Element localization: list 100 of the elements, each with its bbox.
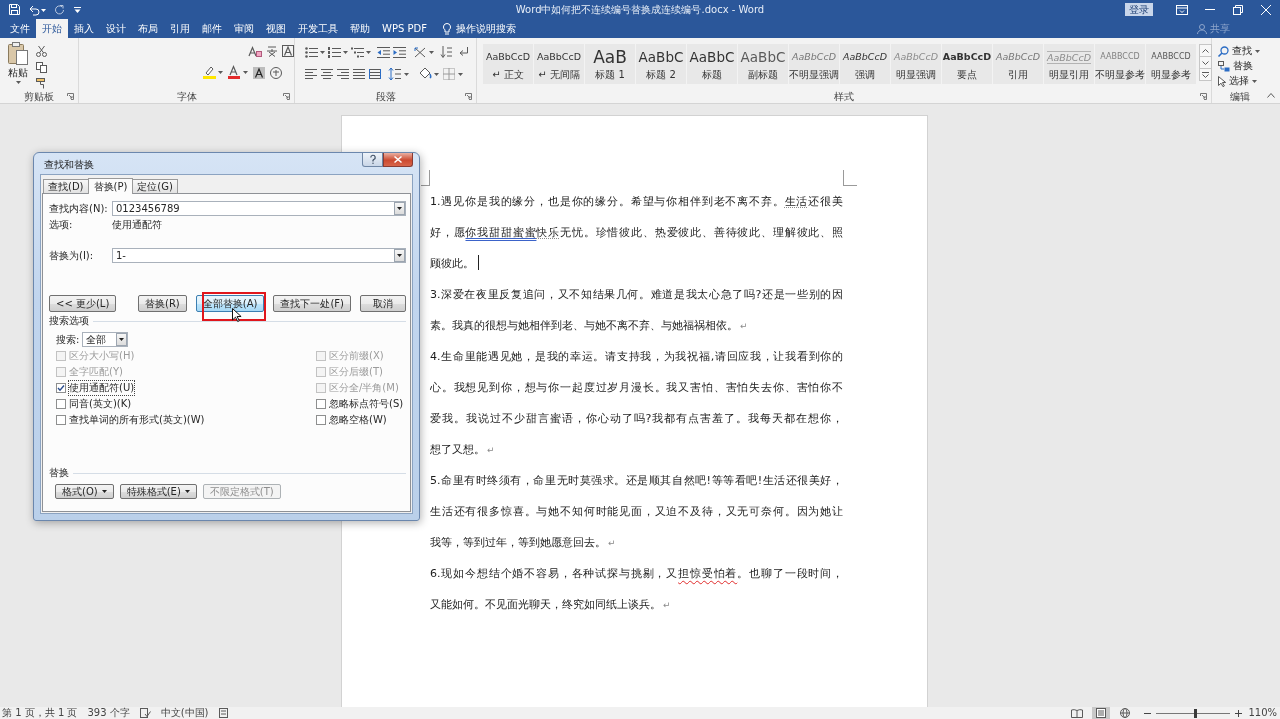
restore-icon[interactable] — [1233, 4, 1243, 15]
borders-icon[interactable] — [443, 68, 463, 80]
view-button[interactable] — [1092, 707, 1111, 719]
dialog-tab[interactable]: 查找(D) — [43, 179, 89, 193]
language-status[interactable]: 中文(中国) — [160, 707, 209, 719]
checkbox[interactable] — [56, 415, 66, 425]
dropdown-button[interactable] — [394, 249, 405, 262]
caret-icon[interactable] — [397, 254, 402, 257]
dialog-button[interactable]: 格式(O) — [55, 484, 114, 499]
ribbon-tab[interactable]: 视图 — [260, 19, 292, 38]
style-tile[interactable]: AaBbCcD 引用 — [993, 44, 1043, 84]
checkbox-label[interactable]: 使用通配符(U) — [69, 381, 135, 395]
multilevel-list-icon[interactable] — [351, 46, 371, 58]
editing-button[interactable]: 替换 — [1218, 60, 1260, 72]
character-shading-icon[interactable] — [253, 66, 265, 79]
help-button[interactable] — [362, 153, 383, 167]
caret-icon[interactable] — [1255, 49, 1260, 53]
ribbon-tab[interactable]: WPS PDF — [376, 19, 433, 38]
redo-icon[interactable] — [55, 4, 65, 15]
pointer-icon[interactable] — [1218, 75, 1226, 87]
globe-icon[interactable] — [1120, 708, 1131, 718]
checkbox[interactable] — [56, 399, 66, 409]
style-tile[interactable]: AaBbCcD 强调 — [840, 44, 890, 84]
paint-bucket-icon[interactable] — [419, 68, 439, 80]
ribbon-tab[interactable]: 邮件 — [196, 19, 228, 38]
save-icon[interactable] — [9, 4, 20, 15]
dialog-button[interactable]: << 更少(L) — [49, 295, 117, 312]
ribbon-tab[interactable]: 文件 — [4, 19, 36, 38]
increase-indent-icon[interactable] — [393, 46, 406, 58]
style-tile[interactable]: AABBCCD 明显参考 — [1146, 44, 1196, 84]
lightbulb-icon[interactable] — [442, 22, 451, 35]
style-tile[interactable]: AaB 标题 1 — [585, 44, 635, 84]
checkbox[interactable] — [316, 415, 326, 425]
style-tile[interactable]: AaBbC 标题 2 — [636, 44, 686, 84]
dropdown-button[interactable] — [394, 202, 405, 215]
dialog-button[interactable]: 全部替换(A) — [195, 295, 265, 312]
style-tile[interactable]: AaBbCcD ↵ 正文 — [483, 44, 533, 84]
ribbon-tab[interactable]: 审阅 — [228, 19, 260, 38]
paintbrush-icon[interactable] — [36, 78, 47, 89]
word-count[interactable]: 393 个字 — [87, 707, 130, 719]
phonetic-guide-icon[interactable] — [266, 45, 278, 57]
checkbox[interactable] — [56, 383, 66, 393]
caret-icon[interactable] — [101, 490, 107, 493]
ribbon-tab[interactable]: 开始 — [36, 19, 68, 38]
style-tile[interactable]: AaBbCcD ↵ 无间隔 — [534, 44, 584, 84]
zoom-slider-thumb[interactable] — [1193, 708, 1197, 718]
person-icon[interactable] — [1197, 23, 1207, 34]
style-tile[interactable]: AaBbC 标题 — [687, 44, 737, 84]
caret-icon[interactable] — [15, 81, 21, 84]
checkbox-label[interactable]: 忽略空格(W) — [329, 413, 387, 427]
search-direction-dropdown[interactable]: 全部 — [82, 332, 129, 347]
sign-in-button[interactable]: 登录 — [1125, 3, 1153, 16]
decrease-indent-icon[interactable] — [377, 46, 390, 58]
sort-icon[interactable] — [441, 46, 452, 58]
chevron-down-icon[interactable] — [1202, 60, 1209, 65]
align-left-icon[interactable] — [305, 69, 317, 79]
enclosed-character-icon[interactable] — [270, 66, 282, 79]
style-tile[interactable]: AaBbCcD 明显强调 — [891, 44, 941, 84]
dialog-launcher-icon[interactable] — [283, 93, 290, 100]
ribbon-tab[interactable]: 布局 — [132, 19, 164, 38]
align-center-icon[interactable] — [321, 69, 333, 79]
close-icon[interactable] — [1261, 4, 1271, 15]
font-color-icon[interactable] — [228, 66, 248, 79]
clipboard-icon[interactable] — [8, 42, 28, 65]
style-tile[interactable]: AaBbCcD 不明显强调 — [789, 44, 839, 84]
caret-icon[interactable] — [1252, 79, 1257, 83]
return-arrow-icon[interactable] — [459, 47, 469, 57]
dialog-button[interactable]: 查找下一处(F) — [273, 295, 351, 312]
bullet-list-icon[interactable] — [305, 46, 325, 58]
page-layout-icon[interactable] — [1096, 708, 1107, 718]
zoom-in-icon[interactable] — [1235, 709, 1243, 717]
justify-icon[interactable] — [353, 69, 365, 79]
character-border-icon[interactable] — [282, 45, 294, 57]
checkbox-label[interactable]: 同音(英文)(K) — [69, 397, 132, 411]
dialog-button[interactable]: 特殊格式(E) — [119, 484, 197, 499]
macro-record-icon[interactable] — [218, 708, 228, 718]
dialog-tab[interactable]: 定位(G) — [132, 179, 178, 193]
style-tile[interactable]: AaBbC 副标题 — [738, 44, 788, 84]
ribbon-tab[interactable]: 帮助 — [344, 19, 376, 38]
ribbon-tab[interactable]: 设计 — [100, 19, 132, 38]
zoom-level[interactable]: 110% — [1248, 707, 1277, 719]
caret-icon[interactable] — [119, 338, 125, 341]
asian-layout-icon[interactable] — [414, 46, 434, 58]
search-icon[interactable] — [1218, 45, 1229, 57]
highlighter-icon[interactable] — [203, 66, 223, 79]
chevron-up-icon[interactable] — [1202, 48, 1209, 53]
dialog-button[interactable]: 取消 — [360, 295, 406, 312]
page-count[interactable]: 第 1 页，共 1 页 — [2, 707, 78, 719]
replace-field[interactable]: 1- — [112, 248, 406, 263]
collapse-ribbon-icon[interactable] — [1267, 93, 1275, 98]
dialog-tab[interactable]: 替换(P) — [87, 178, 134, 194]
ribbon-tab[interactable]: 引用 — [164, 19, 196, 38]
dialog-launcher-icon[interactable] — [1200, 93, 1207, 100]
help-icon[interactable] — [369, 155, 376, 164]
caret-icon[interactable] — [397, 207, 402, 210]
replace-icon[interactable] — [1218, 60, 1230, 72]
close-button[interactable] — [383, 153, 413, 167]
ribbon-tab[interactable]: 开发工具 — [292, 19, 344, 38]
tell-me-button[interactable]: 操作说明搜索 — [442, 19, 516, 38]
dialog-launcher-icon[interactable] — [465, 93, 472, 100]
